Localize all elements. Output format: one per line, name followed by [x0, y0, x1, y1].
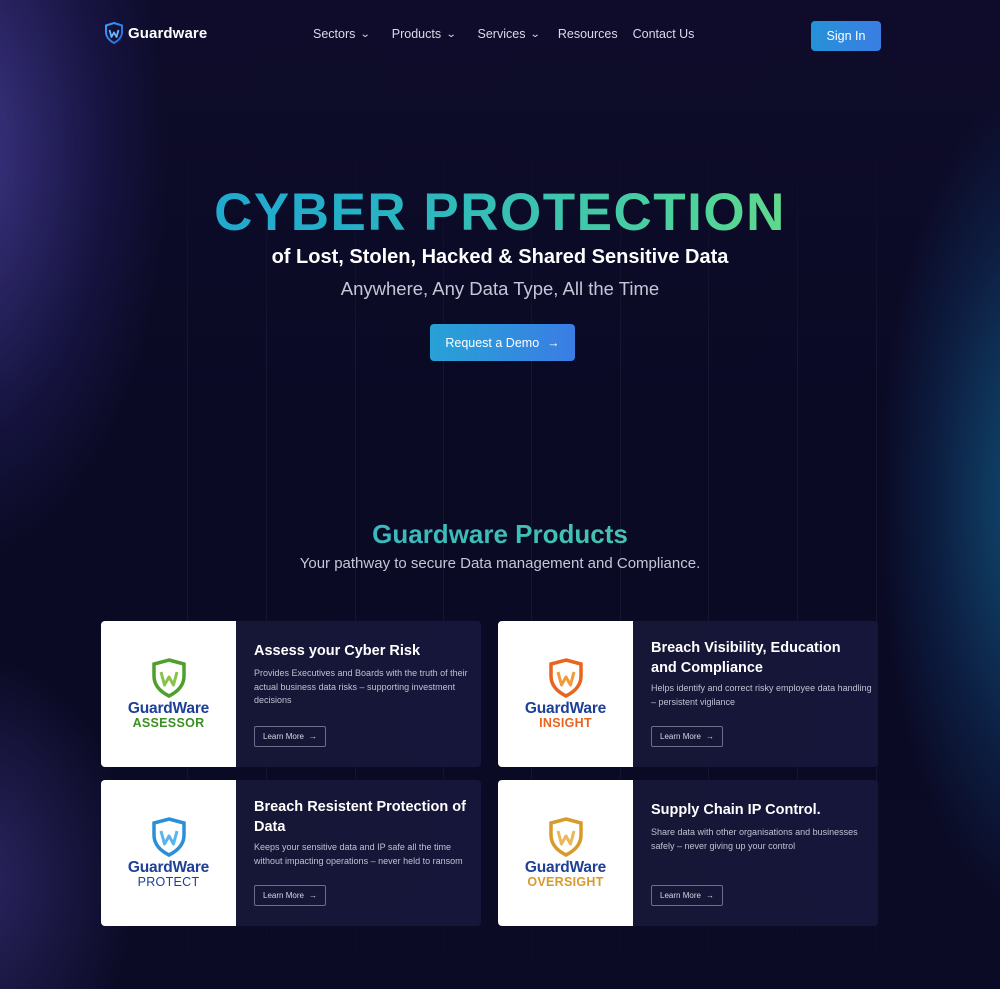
chevron-down-icon: ⌄: [445, 29, 457, 40]
card-description: Keeps your sensitive data and IP safe al…: [254, 842, 463, 866]
site-logo[interactable]: Guardware: [104, 22, 207, 44]
nav-products[interactable]: Products ⌄: [391, 27, 457, 41]
nav-label: Services: [477, 27, 526, 41]
brand-name: GuardWare: [524, 700, 607, 718]
hero-title: CYBER PROTECTION: [0, 182, 1000, 243]
product-name: OVERSIGHT: [527, 874, 604, 889]
nav-label: Resources: [557, 27, 618, 41]
request-demo-button[interactable]: Request a Demo →: [430, 324, 575, 361]
arrow-right-icon: →: [308, 891, 317, 900]
nav-contact-us[interactable]: Contact Us: [633, 27, 695, 41]
card-heading: Assess your Cyber Risk: [254, 643, 421, 659]
product-card-protect: GuardWare PROTECT Breach Resistent Prote…: [101, 780, 481, 926]
product-name: PROTECT: [137, 874, 200, 889]
learn-more-button[interactable]: Learn More →: [651, 726, 723, 747]
hero-subtitle: of Lost, Stolen, Hacked & Shared Sensiti…: [271, 246, 729, 268]
card-heading: Supply Chain IP Control.: [651, 802, 821, 818]
arrow-right-icon: →: [547, 335, 560, 350]
sign-in-button[interactable]: Sign In: [811, 21, 881, 51]
product-card-assessor: GuardWare ASSESSOR Assess your Cyber Ris…: [101, 621, 481, 767]
product-card-oversight: GuardWare OVERSIGHT Supply Chain IP Cont…: [498, 780, 878, 926]
card-heading: Breach Visibility, Education and Complia…: [651, 640, 841, 676]
learn-more-button[interactable]: Learn More →: [651, 885, 723, 906]
main-nav: Sectors ⌄ Products ⌄ Services ⌄ Resource…: [313, 27, 694, 41]
card-description: Share data with other organisations and …: [651, 827, 858, 851]
learn-more-button[interactable]: Learn More →: [254, 885, 326, 906]
nav-sectors[interactable]: Sectors ⌄: [313, 27, 372, 41]
brand-name: GuardWare: [127, 700, 210, 718]
products-subtitle: Your pathway to secure Data management a…: [299, 555, 701, 572]
hero-tagline: Anywhere, Any Data Type, All the Time: [340, 278, 660, 299]
card-description: Helps identify and correct risky employe…: [651, 683, 872, 707]
learn-more-label: Learn More: [263, 891, 304, 900]
arrow-right-icon: →: [705, 732, 714, 741]
oversight-logo: GuardWare OVERSIGHT: [498, 780, 633, 926]
protect-logo: GuardWare PROTECT: [101, 780, 236, 926]
nav-label: Products: [391, 27, 442, 41]
chevron-down-icon: ⌄: [530, 29, 542, 40]
assessor-logo: GuardWare ASSESSOR: [101, 621, 236, 767]
shield-logo-icon: [151, 817, 186, 858]
shield-logo-icon: [151, 658, 186, 699]
card-heading: Breach Resistent Protection of Data: [254, 799, 466, 835]
shield-logo-icon: [105, 22, 123, 44]
product-name: INSIGHT: [539, 715, 592, 730]
shield-logo-icon: [548, 817, 583, 858]
product-name: ASSESSOR: [132, 715, 205, 730]
shield-logo-icon: [548, 658, 583, 699]
nav-label: Contact Us: [632, 27, 695, 41]
learn-more-label: Learn More: [263, 732, 304, 741]
learn-more-button[interactable]: Learn More →: [254, 726, 326, 747]
chevron-down-icon: ⌄: [360, 29, 372, 40]
nav-resources[interactable]: Resources: [558, 27, 618, 41]
product-card-insight: GuardWare INSIGHT Breach Visibility, Edu…: [498, 621, 878, 767]
learn-more-label: Learn More: [660, 732, 701, 741]
request-demo-label: Request a Demo: [445, 335, 540, 350]
insight-logo: GuardWare INSIGHT: [498, 621, 633, 767]
arrow-right-icon: →: [308, 732, 317, 741]
arrow-right-icon: →: [705, 891, 714, 900]
brand-name: GuardWare: [524, 859, 607, 877]
products-title: Guardware Products: [0, 519, 1000, 550]
brand-name: GuardWare: [127, 859, 210, 877]
card-description: Provides Executives and Boards with the …: [254, 668, 468, 705]
nav-label: Sectors: [313, 27, 356, 41]
logo-text: Guardware: [128, 24, 208, 42]
learn-more-label: Learn More: [660, 891, 701, 900]
nav-services[interactable]: Services ⌄: [477, 27, 542, 41]
